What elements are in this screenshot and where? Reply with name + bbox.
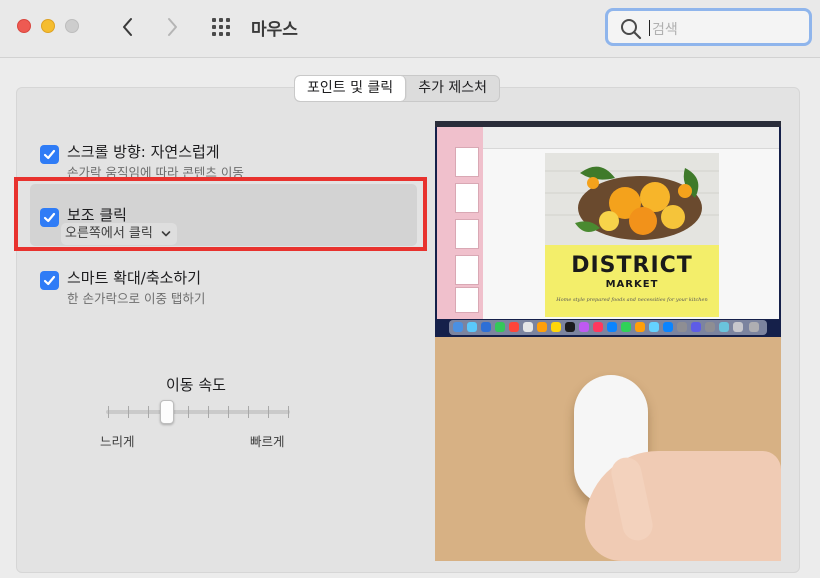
dock-app-icon [621,322,631,332]
dock-app-icon [453,322,463,332]
slider-tick [208,406,209,418]
zoom-window-button[interactable] [65,19,79,33]
dock-app-icon [607,322,617,332]
slider-tick [128,406,129,418]
secondary-click-label: 보조 클릭 [67,206,127,224]
scroll-direction-checkbox[interactable] [40,145,59,164]
preview-sidebar [437,127,483,319]
secondary-click-popup-value: 오른쪽에서 클릭 [65,226,153,241]
preview-page-thumb [455,183,479,213]
preview-screen: DISTRICT MARKET Home style prepared food… [435,121,781,337]
slider-knob[interactable] [160,400,175,424]
preview-page-thumb [455,287,479,313]
dock-app-icon [551,322,561,332]
preview-citrus-photo [545,153,719,245]
slider-tick [288,406,289,418]
tracking-speed-label: 이동 속도 [166,376,226,394]
chevron-down-icon [161,230,171,236]
slider-tick [248,406,249,418]
slider-tick [228,406,229,418]
search-field[interactable]: 검색 [605,8,812,46]
window-title: 마우스 [251,20,298,40]
scroll-direction-label: 스크롤 방향: 자연스럽게 [67,143,220,161]
chevron-right-icon [168,18,177,36]
preview-dock [449,320,767,335]
preview-poster-title: DISTRICT [571,253,693,278]
smart-zoom-checkbox[interactable] [40,271,59,290]
tab-bar: 포인트 및 클릭 추가 제스처 [294,75,501,102]
dock-app-icon [593,322,603,332]
dock-app-icon [495,322,505,332]
secondary-click-checkbox[interactable] [40,208,59,227]
preview-app-toolbar [483,127,779,149]
checkmark-icon [43,275,56,286]
secondary-click-popup[interactable]: 오른쪽에서 클릭 [61,223,177,245]
dock-app-icon [749,322,759,332]
preview-page-thumb [455,255,479,285]
preview-poster-tagline: Home style prepared foods and necessitie… [556,297,708,303]
dock-app-icon [663,322,673,332]
dock-app-icon [579,322,589,332]
back-button[interactable] [117,14,139,40]
minimize-window-button[interactable] [41,19,55,33]
dock-app-icon [523,322,533,332]
tracking-speed-slider[interactable] [106,398,290,428]
preview-app-window: DISTRICT MARKET Home style prepared food… [437,127,779,319]
dock-app-icon [565,322,575,332]
dock-app-icon [649,322,659,332]
magnifier-icon [621,19,642,40]
window-toolbar: 마우스 검색 [0,0,820,58]
slider-track [106,410,290,414]
tab-point-and-click[interactable]: 포인트 및 클릭 [295,76,407,101]
dock-app-icon [719,322,729,332]
tab-more-gestures[interactable]: 추가 제스처 [406,76,499,101]
preview-poster: DISTRICT MARKET Home style prepared food… [545,153,719,317]
slider-tick [108,406,109,418]
speed-slow-label: 느리게 [100,434,135,449]
slider-tick [268,406,269,418]
checkmark-icon [43,149,56,160]
text-cursor [649,20,650,36]
slider-tick [148,406,149,418]
chevron-left-icon [123,18,132,36]
dock-app-icon [705,322,715,332]
checkmark-icon [43,212,56,223]
smart-zoom-label: 스마트 확대/축소하기 [67,269,202,287]
dock-app-icon [733,322,743,332]
dock-app-icon [677,322,687,332]
dock-app-icon [691,322,701,332]
search-placeholder: 검색 [652,22,678,38]
close-window-button[interactable] [17,19,31,33]
speed-fast-label: 빠르게 [250,434,285,449]
preview-page-thumb [455,147,479,177]
forward-button[interactable] [161,14,183,40]
show-all-button[interactable] [210,16,232,38]
smart-zoom-description: 한 손가락으로 이중 탭하기 [67,291,206,306]
dock-app-icon [537,322,547,332]
slider-tick [188,406,189,418]
dock-app-icon [509,322,519,332]
preview-page-thumb [455,219,479,249]
grid-icon [212,18,230,36]
dock-app-icon [635,322,645,332]
dock-app-icon [481,322,491,332]
dock-app-icon [467,322,477,332]
preview-image: DISTRICT MARKET Home style prepared food… [435,121,781,561]
preview-poster-subtitle: MARKET [605,279,659,290]
